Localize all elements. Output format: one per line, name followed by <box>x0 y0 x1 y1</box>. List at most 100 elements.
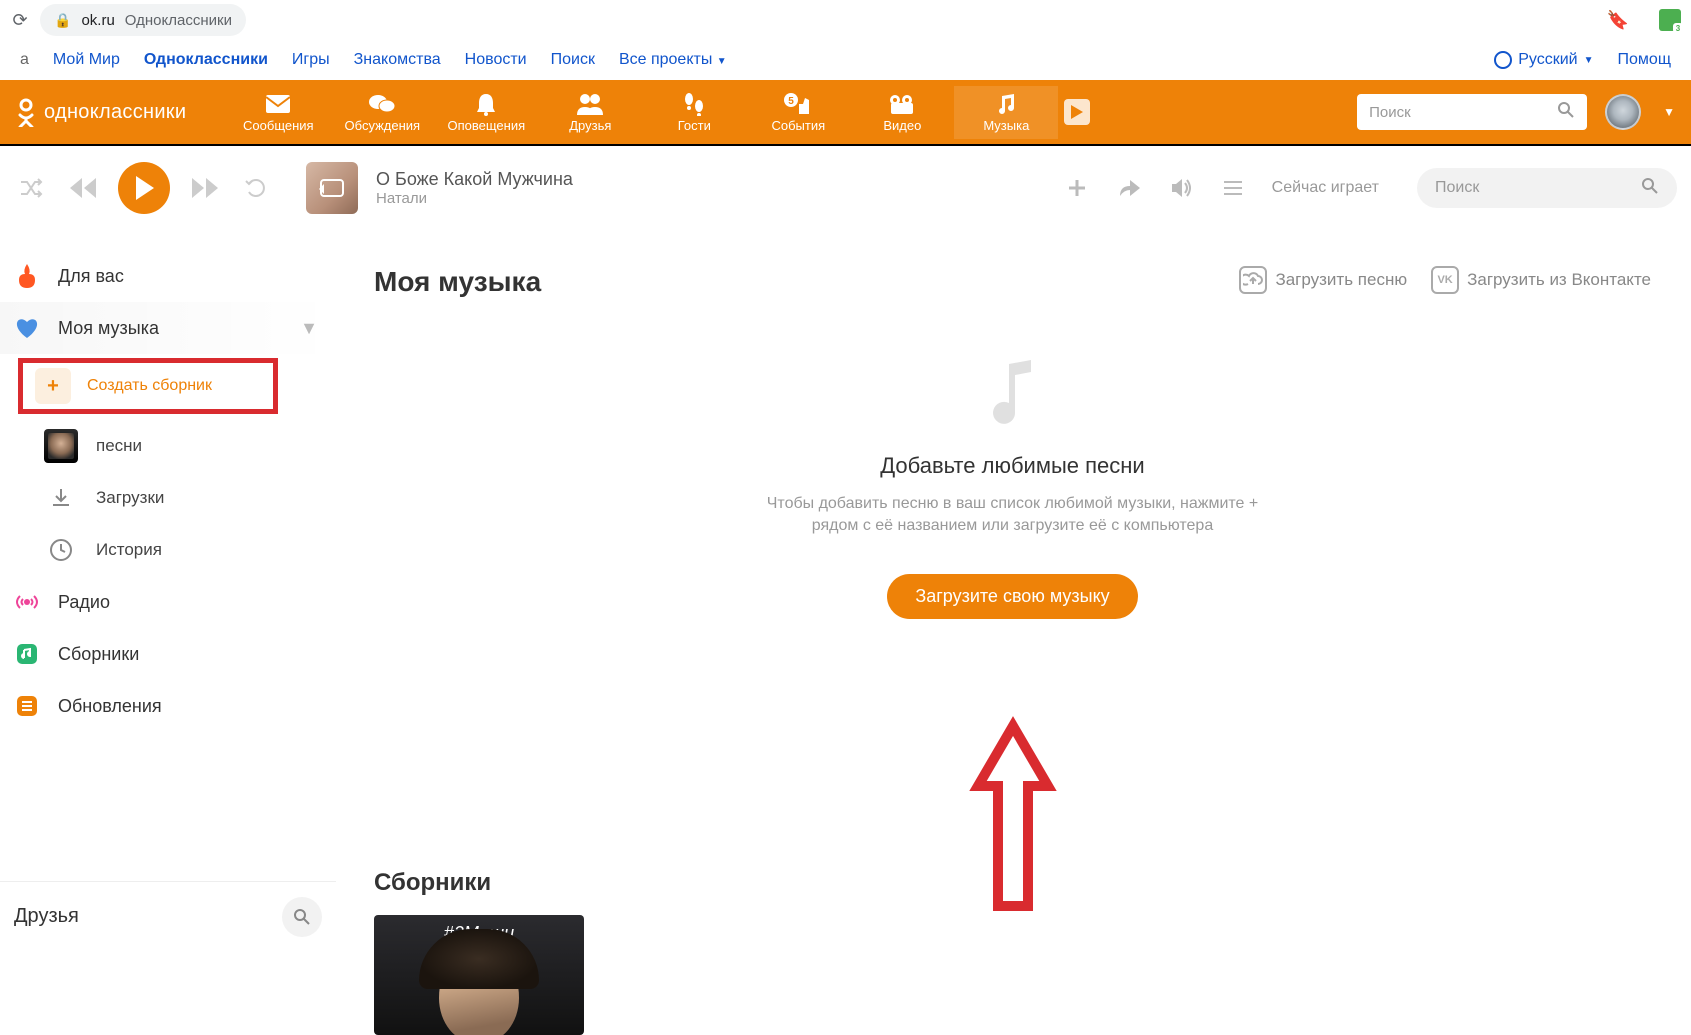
music-player-bar: О Боже Какой Мужчина Натали Сейчас играе… <box>0 146 1691 230</box>
album-card[interactable]: #2Маши <box>374 915 584 1035</box>
header-nav-discussions[interactable]: Обсуждения <box>330 86 434 139</box>
thumbs-up-badge-icon: 5 <box>783 92 813 116</box>
url-pill[interactable]: 🔒 ok.ru Одноклассники <box>40 4 246 36</box>
friends-icon <box>575 92 605 116</box>
header-search-input[interactable] <box>1369 104 1529 121</box>
heart-icon <box>14 315 40 341</box>
adblock-badge-icon[interactable] <box>1659 9 1681 31</box>
download-icon <box>44 481 78 515</box>
chevron-down-icon: ▼ <box>1584 55 1594 66</box>
portal-link[interactable]: a <box>20 51 29 69</box>
sidebar-item-updates[interactable]: Обновления <box>0 680 336 732</box>
updates-icon <box>14 693 40 719</box>
help-link[interactable]: Помощ <box>1618 51 1671 69</box>
play-button[interactable] <box>118 162 170 214</box>
vk-icon: VK <box>1431 266 1459 294</box>
globe-icon <box>1494 51 1512 69</box>
browser-address-bar: ⟳ 🔒 ok.ru Одноклассники 🔖 <box>0 0 1691 40</box>
annotation-arrow-icon <box>968 716 1058 916</box>
history-icon <box>44 533 78 567</box>
header-nav-friends[interactable]: Друзья <box>538 86 642 139</box>
upload-song-button[interactable]: Загрузить песню <box>1239 266 1407 294</box>
video-icon <box>887 92 917 116</box>
search-icon[interactable] <box>1557 101 1575 124</box>
header-nav-video[interactable]: Видео <box>850 86 954 139</box>
header-nav-events[interactable]: 5 События <box>746 86 850 139</box>
header-nav-notifications[interactable]: Оповещения <box>434 86 538 139</box>
chevron-down-icon[interactable]: ▼ <box>1663 105 1675 119</box>
portal-link-allprojects[interactable]: Все проекты ▼ <box>619 51 727 69</box>
chevron-down-icon: ▼ <box>300 318 318 339</box>
portal-link-games[interactable]: Игры <box>292 51 330 69</box>
sidebar-item-collections[interactable]: Сборники <box>0 628 336 680</box>
bookmark-icon[interactable]: 🔖 <box>1607 10 1629 31</box>
portal-link-odnoklassniki[interactable]: Одноклассники <box>144 51 268 69</box>
track-title[interactable]: О Боже Какой Мужчина <box>376 169 573 190</box>
portal-link-search[interactable]: Поиск <box>551 51 595 69</box>
add-track-button[interactable] <box>1060 171 1094 205</box>
portal-nav: a Мой Мир Одноклассники Игры Знакомства … <box>0 40 1691 80</box>
sidebar-sub-downloads[interactable]: Загрузки <box>44 472 336 524</box>
header-nav-music[interactable]: Музыка <box>954 86 1058 139</box>
sidebar-sub-songs[interactable]: песни <box>44 420 336 472</box>
next-track-button[interactable] <box>188 171 222 205</box>
create-collection-button[interactable]: + Создать сборник <box>35 364 265 408</box>
sidebar-item-mymusic[interactable]: Моя музыка ▼ <box>0 302 336 354</box>
upload-music-button[interactable]: Загрузите свою музыку <box>887 574 1137 619</box>
content-area: Моя музыка Загрузить песню VK Загрузить … <box>346 240 1679 951</box>
url-domain: ok.ru <box>81 12 114 29</box>
music-sidebar: Для вас Моя музыка ▼ + Создать сборник п… <box>0 230 336 951</box>
sidebar-friends-heading: Друзья <box>0 881 336 951</box>
footsteps-icon <box>682 92 706 116</box>
track-artist[interactable]: Натали <box>376 190 573 207</box>
chat-icon <box>368 92 396 116</box>
volume-button[interactable] <box>1164 171 1198 205</box>
site-header: одноклассники Сообщения Обсуждения Опове… <box>0 80 1691 144</box>
empty-state-title: Добавьте любимые песни <box>880 453 1144 479</box>
video-icon <box>320 179 344 197</box>
reload-icon[interactable]: ⟳ <box>10 10 30 30</box>
radio-icon <box>14 589 40 615</box>
collections-icon <box>14 641 40 667</box>
flame-icon <box>14 263 40 289</box>
header-nav-guests[interactable]: Гости <box>642 86 746 139</box>
svg-text:5: 5 <box>789 96 795 107</box>
ok-logo-icon <box>16 97 36 127</box>
search-icon[interactable] <box>1641 177 1659 200</box>
repeat-button[interactable] <box>240 171 274 205</box>
album-art <box>421 933 537 1035</box>
empty-state-description: Чтобы добавить песню в ваш список любимо… <box>763 493 1263 538</box>
portal-link-dating[interactable]: Знакомства <box>354 51 441 69</box>
shuffle-button[interactable] <box>14 171 48 205</box>
header-search[interactable] <box>1357 94 1587 130</box>
chevron-down-icon: ▼ <box>717 56 727 67</box>
sidebar-sub-history[interactable]: История <box>44 524 336 576</box>
music-search[interactable] <box>1417 168 1677 208</box>
music-note-icon <box>994 92 1018 116</box>
plus-icon: + <box>35 368 71 404</box>
cloud-upload-icon <box>1239 266 1267 294</box>
portal-link-moimir[interactable]: Мой Мир <box>53 51 120 69</box>
header-nav-messages[interactable]: Сообщения <box>226 86 330 139</box>
language-switch[interactable]: Русский ▼ <box>1494 51 1593 69</box>
empty-state: Добавьте любимые песни Чтобы добавить пе… <box>374 358 1651 619</box>
brand-text: одноклассники <box>44 101 186 124</box>
avatar[interactable] <box>1605 94 1641 130</box>
prev-track-button[interactable] <box>66 171 100 205</box>
sidebar-item-foryou[interactable]: Для вас <box>0 250 336 302</box>
portal-link-news[interactable]: Новости <box>465 51 527 69</box>
brand-logo[interactable]: одноклассники <box>16 97 226 127</box>
mail-icon <box>265 92 291 116</box>
menu-icon[interactable] <box>1216 171 1250 205</box>
search-friends-button[interactable] <box>282 897 322 937</box>
lock-icon: 🔒 <box>54 12 71 29</box>
share-button[interactable] <box>1112 171 1146 205</box>
track-artwork[interactable] <box>306 162 358 214</box>
mini-player-icon[interactable] <box>1064 99 1090 125</box>
bell-icon <box>475 92 497 116</box>
sidebar-item-radio[interactable]: Радио <box>0 576 336 628</box>
now-playing-label[interactable]: Сейчас играет <box>1272 179 1379 197</box>
upload-vk-button[interactable]: VK Загрузить из Вконтакте <box>1431 266 1651 294</box>
music-search-input[interactable] <box>1435 179 1635 197</box>
highlight-create-collection: + Создать сборник <box>18 358 278 414</box>
